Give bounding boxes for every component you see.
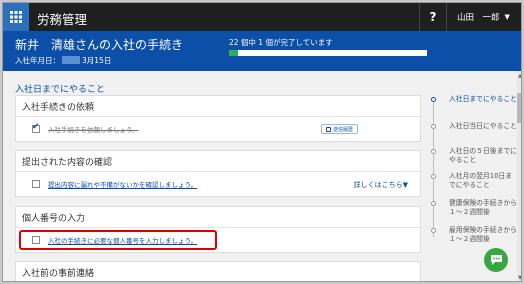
timeline-label: 入社月の翌月10日までにやること bbox=[449, 172, 513, 189]
timeline-dot bbox=[431, 149, 436, 154]
user-name: 山田 一郎 bbox=[457, 13, 500, 23]
task-link[interactable]: 入社手続きを依頼しましょう。 bbox=[48, 124, 139, 134]
apps-grid-icon bbox=[10, 11, 22, 23]
timeline-item[interactable]: 入社日当日にやること bbox=[431, 122, 517, 147]
send-history-label: 送信履歴 bbox=[332, 126, 353, 133]
procedure-header: 新井 清雄さんの入社の手続き 入社年月日： 3月15日 22 個中 1 個が完了… bbox=[3, 31, 521, 71]
card-title: 提出された内容の確認 bbox=[16, 151, 420, 172]
task-card-request: 入社手続きの依頼 入社手続きを依頼しましょう。 送信履歴 bbox=[15, 95, 421, 142]
timeline-dot bbox=[431, 124, 436, 129]
progress-text: 22 個中 1 個が完了しています bbox=[229, 38, 333, 47]
task-checkbox[interactable] bbox=[32, 122, 40, 133]
page-title: 新井 清雄さんの入社の手続き bbox=[15, 38, 184, 52]
timeline-label: 入社日の５日後までにやること bbox=[449, 147, 517, 164]
chat-icon bbox=[490, 255, 502, 265]
card-title: 入社手続きの依頼 bbox=[16, 96, 420, 117]
top-bar: 労務管理 ? 山田 一郎 ▼ bbox=[3, 3, 521, 31]
chat-button[interactable] bbox=[484, 248, 508, 272]
apps-grid-button[interactable] bbox=[3, 3, 29, 31]
scroll-thumb[interactable] bbox=[517, 93, 521, 123]
app-title: 労務管理 bbox=[37, 12, 88, 27]
task-row: 提出内容に漏れや不備がないかを確認しましょう。 詳しくはこちら▼ bbox=[16, 172, 420, 196]
section-title: 入社日までにやること bbox=[15, 85, 106, 95]
scrollbar[interactable]: ▲ ▼ bbox=[517, 71, 521, 281]
task-card-review: 提出された内容の確認 提出内容に漏れや不備がないかを確認しましょう。 詳しくはこ… bbox=[15, 150, 421, 197]
timeline-label: 入社日当日にやること bbox=[449, 122, 517, 130]
timeline-item[interactable]: 健康保険の手続きから１～２週間後 bbox=[431, 199, 517, 226]
details-link[interactable]: 詳しくはこちら▼ bbox=[354, 180, 408, 190]
hire-date-value: 3月15日 bbox=[82, 56, 112, 65]
task-row: 入社手続きを依頼しましょう。 送信履歴 bbox=[16, 117, 420, 141]
scroll-up-icon[interactable]: ▲ bbox=[517, 73, 521, 79]
timeline-item[interactable]: 入社月の翌月10日までにやること bbox=[431, 172, 517, 199]
timeline-dot bbox=[431, 201, 436, 206]
progress-bar bbox=[229, 50, 427, 56]
app-window: 労務管理 ? 山田 一郎 ▼ 新井 清雄さんの入社の手続き 入社年月日： 3月1… bbox=[2, 2, 522, 282]
user-menu[interactable]: 山田 一郎 ▼ bbox=[457, 11, 510, 23]
card-title: 個人番号の入力 bbox=[16, 207, 420, 228]
task-link[interactable]: 提出内容に漏れや不備がないかを確認しましょう。 bbox=[48, 179, 197, 189]
highlight-box bbox=[19, 230, 217, 250]
timeline-item[interactable]: 雇用保険の手続きから１～２週間後 bbox=[431, 226, 517, 253]
timeline-dot bbox=[431, 228, 436, 233]
scroll-down-icon[interactable]: ▼ bbox=[517, 275, 521, 281]
help-button[interactable]: ? bbox=[419, 3, 447, 31]
chevron-down-icon: ▼ bbox=[504, 13, 510, 21]
timeline-label: 雇用保険の手続きから１～２週間後 bbox=[449, 226, 517, 243]
send-history-button[interactable]: 送信履歴 bbox=[320, 124, 358, 134]
timeline-item[interactable]: 入社日の５日後までにやること bbox=[431, 147, 517, 172]
timeline-item[interactable]: 入社日までにやること bbox=[431, 95, 517, 122]
clipboard-icon bbox=[325, 126, 331, 132]
masked-year bbox=[62, 56, 80, 64]
task-card-contact: 入社前の事前連絡 bbox=[15, 261, 421, 281]
timeline-dot bbox=[431, 174, 436, 179]
progress-fill bbox=[229, 50, 238, 56]
timeline-label: 健康保険の手続きから１～２週間後 bbox=[449, 199, 517, 216]
step-timeline: 入社日までにやること 入社日当日にやること 入社日の５日後までにやること 入社月… bbox=[431, 95, 517, 253]
hire-date-label: 入社年月日： bbox=[15, 56, 60, 65]
card-title: 入社前の事前連絡 bbox=[16, 262, 420, 281]
timeline-label: 入社日までにやること bbox=[449, 95, 517, 103]
hire-date: 入社年月日： 3月15日 bbox=[15, 55, 111, 66]
task-checkbox[interactable] bbox=[32, 180, 40, 188]
timeline-dot bbox=[431, 97, 436, 102]
